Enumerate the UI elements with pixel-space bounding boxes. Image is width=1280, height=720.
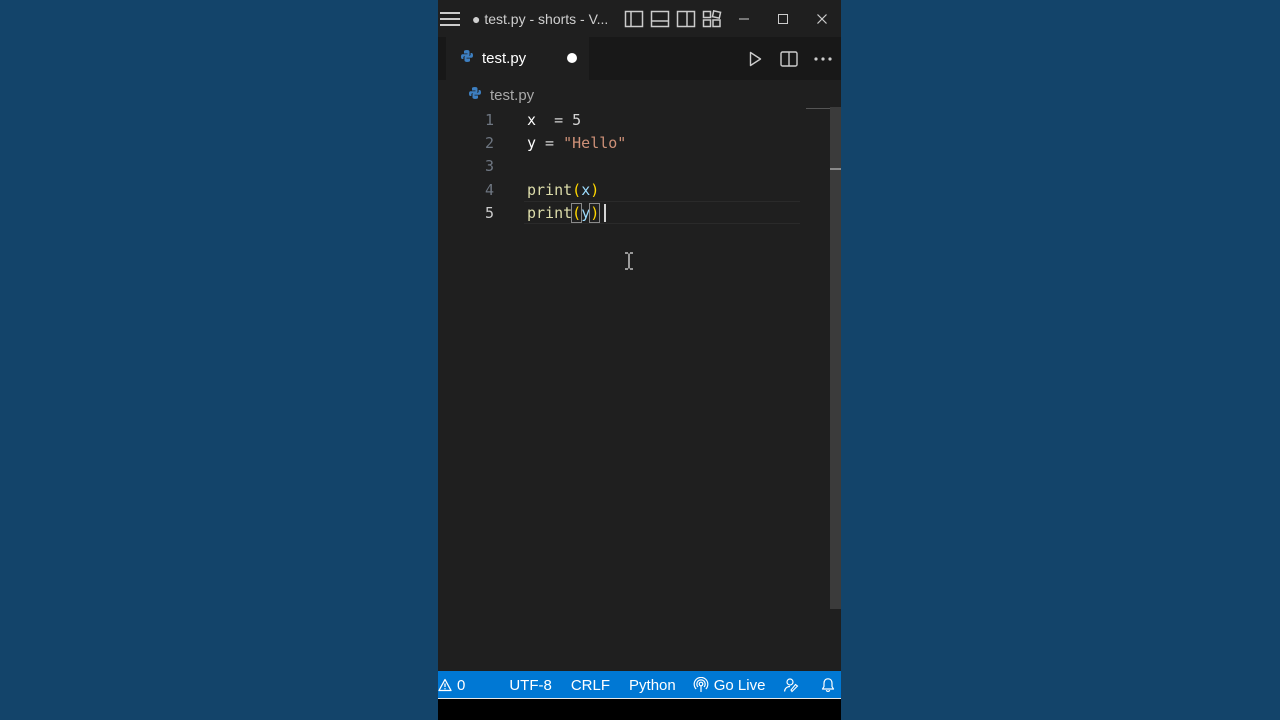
toggle-secondary-sidebar-icon[interactable] <box>676 10 696 28</box>
code-line[interactable]: 2 y = "Hello" <box>438 131 830 154</box>
warning-icon <box>438 678 452 692</box>
line-ending-indicator[interactable]: CRLF <box>571 671 610 699</box>
scrollbar-cursor-marker <box>830 168 841 170</box>
text-cursor <box>604 204 606 222</box>
tab-label: test.py <box>482 50 527 67</box>
breadcrumb[interactable]: test.py <box>468 84 534 106</box>
line-number: 3 <box>484 156 494 175</box>
customize-layout-icon[interactable] <box>702 9 722 28</box>
go-live-label: Go Live <box>713 676 766 694</box>
line-text: y = "Hello" <box>527 133 627 152</box>
hamburger-icon[interactable] <box>440 11 464 26</box>
more-actions-icon[interactable] <box>811 47 835 71</box>
vertical-scrollbar[interactable] <box>830 107 841 609</box>
problems-indicator[interactable]: 0 <box>438 671 465 699</box>
problems-count: 0 <box>457 676 466 694</box>
code-editor[interactable]: 1 x = 5 2 y = "Hello" 3 4 print(x) 5 pri… <box>438 107 830 671</box>
code-line[interactable]: 1 x = 5 <box>438 108 830 131</box>
line-text: print(y) <box>527 202 601 223</box>
maximize-icon[interactable] <box>763 0 802 37</box>
toggle-panel-icon[interactable] <box>650 10 670 28</box>
taskbar <box>438 699 841 720</box>
window-controls <box>724 0 841 37</box>
close-icon[interactable] <box>802 0 841 37</box>
code-line[interactable]: 5 print(y) <box>438 201 830 224</box>
status-bar: 0 UTF-8 CRLF Python Go Live <box>438 671 841 699</box>
vscode-window: ● test.py - shorts - V... test.py test.p… <box>438 0 841 720</box>
go-live-button[interactable]: Go Live <box>693 671 766 699</box>
line-number: 1 <box>484 110 494 129</box>
line-text: print(x) <box>527 180 600 199</box>
python-file-icon <box>460 49 474 68</box>
tab-test-py[interactable]: test.py <box>446 37 589 80</box>
layout-controls <box>624 9 722 28</box>
breadcrumb-file[interactable]: test.py <box>490 87 534 104</box>
language-mode-indicator[interactable]: Python <box>629 671 676 699</box>
run-icon[interactable] <box>743 47 767 71</box>
ibeam-cursor-icon <box>624 252 634 274</box>
code-line[interactable]: 3 <box>438 154 830 177</box>
broadcast-icon <box>693 677 709 693</box>
minimap[interactable] <box>806 108 830 109</box>
line-text: x = 5 <box>527 110 582 129</box>
split-editor-icon[interactable] <box>777 47 801 71</box>
window-title: ● test.py - shorts - V... <box>472 10 609 27</box>
accounts-icon[interactable] <box>783 671 799 699</box>
line-number: 2 <box>484 133 494 152</box>
unsaved-indicator[interactable] <box>567 53 577 63</box>
line-number: 4 <box>484 180 494 199</box>
code-line[interactable]: 4 print(x) <box>438 178 830 201</box>
line-number: 5 <box>484 203 494 222</box>
encoding-label: UTF-8 <box>509 676 552 694</box>
line-ending-label: CRLF <box>570 676 611 694</box>
toggle-primary-sidebar-icon[interactable] <box>624 10 644 28</box>
title-bar: ● test.py - shorts - V... <box>438 0 841 37</box>
bell-icon[interactable] <box>820 671 836 699</box>
tab-bar: test.py <box>438 37 841 80</box>
python-file-icon <box>468 86 482 104</box>
editor-actions <box>743 37 835 80</box>
language-label: Python <box>629 676 676 694</box>
encoding-indicator[interactable]: UTF-8 <box>509 671 552 699</box>
minimize-icon[interactable] <box>724 0 763 37</box>
